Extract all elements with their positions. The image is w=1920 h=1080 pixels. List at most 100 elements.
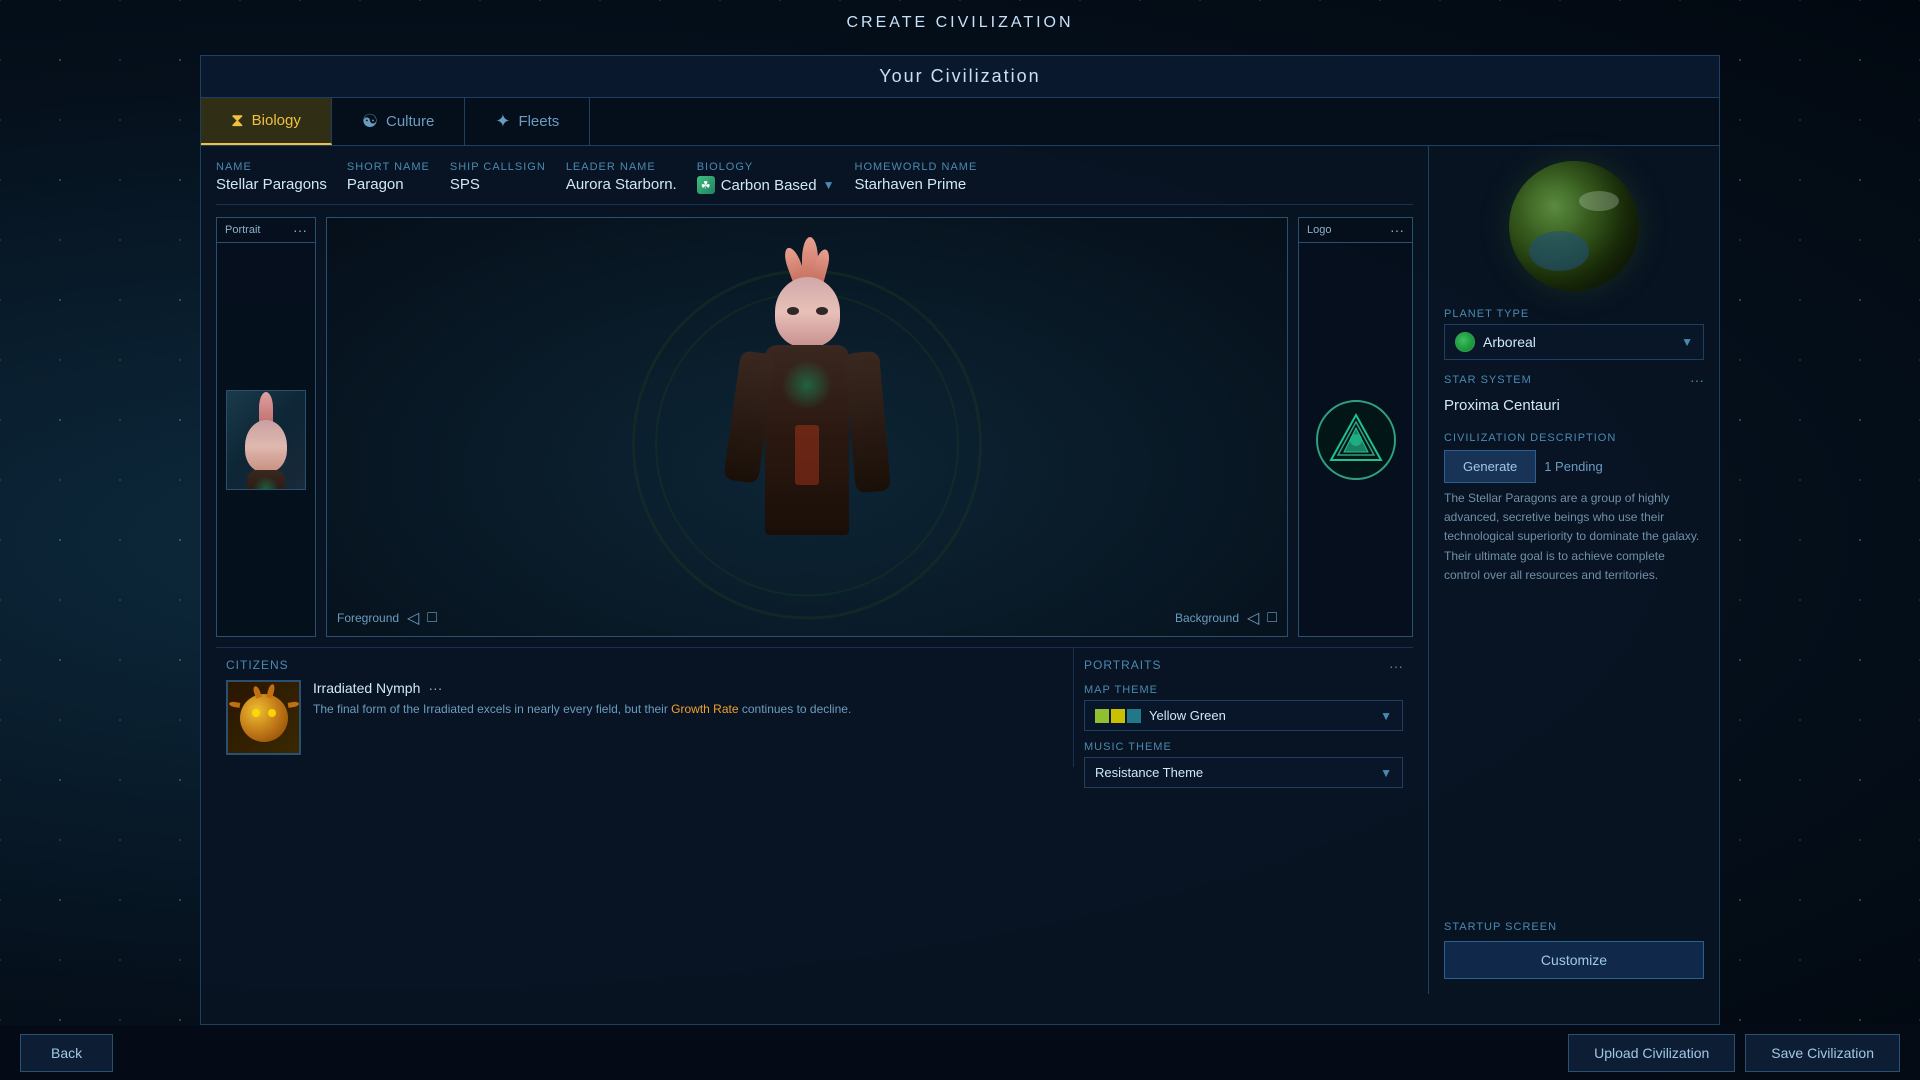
tab-biology-label: Biology xyxy=(252,112,301,129)
field-leader-name: Leader Name Aurora Starborn. xyxy=(566,161,677,194)
foreground-label: Foreground xyxy=(337,611,399,625)
char-body xyxy=(765,345,849,535)
planet-type-dropdown[interactable]: Arboreal ▼ xyxy=(1444,324,1704,360)
name-label: Name xyxy=(216,161,327,173)
upload-button[interactable]: Upload Civilization xyxy=(1568,1034,1735,1072)
foreground-prev-btn[interactable]: ◁ xyxy=(407,608,419,628)
spacer xyxy=(1444,597,1704,905)
map-theme-item: Map Theme Yellow Green ▼ xyxy=(1084,684,1403,731)
field-biology: Biology ☘ Carbon Based ▼ xyxy=(697,161,835,194)
panel-title-bar: Your Civilization xyxy=(201,56,1719,98)
portrait-label: Portrait xyxy=(225,224,260,236)
map-theme-swatch xyxy=(1095,709,1141,723)
citizen-portrait[interactable] xyxy=(226,680,301,755)
field-ship-callsign: Ship Callsign SPS xyxy=(450,161,546,194)
bottom-content: Citizens xyxy=(216,647,1413,767)
civ-desc-label: Civilization Description xyxy=(1444,432,1704,444)
homeworld-label: Homeworld Name xyxy=(855,161,978,173)
panel-title: Your Civilization xyxy=(879,66,1040,86)
leader-name-value[interactable]: Aurora Starborn. xyxy=(566,176,677,193)
background-prev-btn[interactable]: ◁ xyxy=(1247,608,1259,628)
culture-icon: ☯ xyxy=(362,111,378,132)
portrait-menu-btn[interactable]: ··· xyxy=(293,222,307,238)
left-panel: Name Stellar Paragons Short Name Paragon… xyxy=(201,146,1429,994)
portrait-image[interactable] xyxy=(217,243,315,636)
field-short-name: Short Name Paragon xyxy=(347,161,430,194)
star-system-menu-btn[interactable]: ··· xyxy=(1690,372,1704,388)
logo-image[interactable] xyxy=(1299,243,1412,636)
themes-area: Portraits ··· Map Theme xyxy=(1073,648,1413,767)
citizen-desc-highlight: Growth Rate xyxy=(671,702,738,716)
civilization-description-section: Civilization Description Generate 1 Pend… xyxy=(1444,432,1704,585)
bottom-bar: Back Upload Civilization Save Civilizati… xyxy=(0,1025,1920,1080)
citizen-description: The final form of the Irradiated excels … xyxy=(313,700,1063,718)
biology-dropdown-arrow: ▼ xyxy=(823,178,835,192)
map-theme-dropdown[interactable]: Yellow Green ▼ xyxy=(1084,700,1403,731)
music-theme-item: Music Theme Resistance Theme ▼ xyxy=(1084,741,1403,788)
music-theme-arrow: ▼ xyxy=(1380,766,1392,780)
biology-dropdown[interactable]: ☘ Carbon Based ▼ xyxy=(697,176,835,194)
char-arm-right xyxy=(844,351,891,494)
logo-header: Logo ··· xyxy=(1299,218,1412,243)
citizens-area: Citizens xyxy=(216,648,1073,767)
customize-btn[interactable]: Customize xyxy=(1444,941,1704,979)
planet-type-field: Planet Type Arboreal ▼ xyxy=(1444,308,1704,360)
planet-type-arrow: ▼ xyxy=(1681,335,1693,349)
bottom-right-buttons: Upload Civilization Save Civilization xyxy=(1568,1034,1900,1072)
star-system-value: Proxima Centauri xyxy=(1444,397,1560,414)
char-head xyxy=(775,277,840,347)
tab-culture[interactable]: ☯ Culture xyxy=(332,98,466,145)
generate-btn[interactable]: Generate xyxy=(1444,450,1536,483)
citizen-name: Irradiated Nymph xyxy=(313,680,420,696)
biology-icon: ⧗ xyxy=(231,110,244,131)
fleets-icon: ✦ xyxy=(495,111,510,132)
logo-menu-btn[interactable]: ··· xyxy=(1390,222,1404,238)
logo-emblem xyxy=(1316,400,1396,480)
map-theme-value-group: Yellow Green xyxy=(1095,708,1226,723)
biology-field-label: Biology xyxy=(697,161,835,173)
star-system-label: Star System xyxy=(1444,374,1532,386)
save-button[interactable]: Save Civilization xyxy=(1745,1034,1900,1072)
citizen-menu-btn[interactable]: ··· xyxy=(428,680,442,696)
background-next-btn[interactable]: □ xyxy=(1267,609,1277,627)
name-value[interactable]: Stellar Paragons xyxy=(216,176,327,193)
portraits-menu-btn[interactable]: ··· xyxy=(1389,658,1403,674)
foreground-controls: Foreground ◁ □ xyxy=(337,608,437,628)
pending-badge: 1 Pending xyxy=(1544,459,1603,474)
startup-label: Startup Screen xyxy=(1444,921,1557,933)
short-name-label: Short Name xyxy=(347,161,430,173)
citizen-desc-end: continues to decline. xyxy=(739,702,852,716)
biology-value: Carbon Based xyxy=(721,177,817,194)
planet-preview xyxy=(1444,161,1704,291)
fields-row: Name Stellar Paragons Short Name Paragon… xyxy=(216,161,1413,205)
back-button[interactable]: Back xyxy=(20,1034,113,1072)
short-name-value[interactable]: Paragon xyxy=(347,176,430,193)
citizens-header: Citizens xyxy=(226,658,1063,672)
planet-ocean xyxy=(1529,231,1589,271)
music-theme-dropdown[interactable]: Resistance Theme ▼ xyxy=(1084,757,1403,788)
portraits-header: Portraits ··· xyxy=(1084,658,1403,674)
tab-fleets[interactable]: ✦ Fleets xyxy=(465,98,590,145)
foreground-next-btn[interactable]: □ xyxy=(427,609,437,627)
citizen-info: Irradiated Nymph ··· The final form of t… xyxy=(313,680,1063,718)
desc-text: The Stellar Paragons are a group of high… xyxy=(1444,489,1704,585)
swatch-teal xyxy=(1127,709,1141,723)
ship-callsign-value[interactable]: SPS xyxy=(450,176,546,193)
portrait-box: Portrait ··· xyxy=(216,217,316,637)
homeworld-value[interactable]: Starhaven Prime xyxy=(855,176,978,193)
map-theme-value: Yellow Green xyxy=(1149,708,1226,723)
ship-callsign-label: Ship Callsign xyxy=(450,161,546,173)
tab-bar: ⧗ Biology ☯ Culture ✦ Fleets xyxy=(201,98,1719,146)
planet-type-value-group: Arboreal xyxy=(1455,332,1536,352)
window-title: Create Civilization xyxy=(846,14,1073,31)
biology-icon-badge: ☘ xyxy=(697,176,715,194)
map-theme-label: Map Theme xyxy=(1084,684,1403,696)
swatch-green xyxy=(1095,709,1109,723)
planet-cloud xyxy=(1579,191,1619,211)
tab-biology[interactable]: ⧗ Biology xyxy=(201,98,332,145)
field-homeworld: Homeworld Name Starhaven Prime xyxy=(855,161,978,194)
music-theme-value: Resistance Theme xyxy=(1095,765,1203,780)
citizen-desc-plain: The final form of the Irradiated excels … xyxy=(313,702,671,716)
main-window: Your Civilization ⧗ Biology ☯ Culture ✦ … xyxy=(200,55,1720,1025)
content-area: Name Stellar Paragons Short Name Paragon… xyxy=(201,146,1719,994)
